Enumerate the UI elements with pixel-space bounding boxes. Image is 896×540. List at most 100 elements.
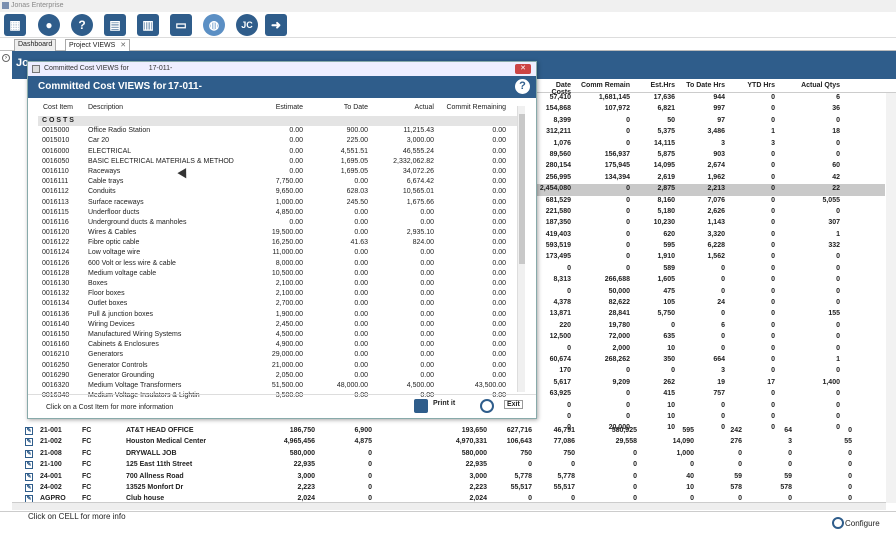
cost-cell[interactable]: Low voltage wire [88,249,140,256]
cost-cell[interactable]: 0016050 [42,158,69,165]
table-row[interactable]: 0 0 10 0 0 0 [535,401,885,412]
table-cell[interactable]: 595 [635,242,675,249]
col-cost-item[interactable]: Cost Item [43,104,73,111]
cost-cell[interactable]: Manufactured Wiring Systems [88,331,181,338]
project-cell[interactable]: 0 [752,461,792,468]
cost-cell[interactable]: 34,072.26 [388,168,434,175]
cost-item-row[interactable]: 0016210 Generators 29,000.00 0.00 0.00 0.00 [38,350,518,360]
table-row[interactable]: 57,410 1,681,145 17,636 944 0 6 [535,93,885,104]
table-row[interactable]: 4,378 82,622 105 24 0 0 [535,298,885,309]
project-row[interactable]: ✎ 24-001 FC 700 Allness Road 3,000 0 3,000 5,77… [12,472,884,483]
table-cell[interactable]: 6,821 [635,105,675,112]
project-cell[interactable]: 3,000 [242,473,315,480]
table-cell[interactable]: 10 [635,345,675,352]
table-row[interactable]: 5,617 9,209 262 19 17 1,400 [535,378,885,389]
close-tab-icon[interactable]: ✕ [120,42,126,49]
help-icon[interactable]: ? [515,79,530,94]
cost-cell[interactable]: Wires & Cables [88,229,136,236]
project-cell[interactable]: FC [82,461,102,468]
project-cell[interactable]: 10 [639,484,694,491]
table-cell[interactable]: 0 [635,322,675,329]
cost-cell[interactable]: Wiring Devices [88,321,135,328]
tab-dashboard[interactable]: Dashboard [14,39,57,51]
help-icon[interactable]: ? [71,14,93,36]
table-cell[interactable]: 0 [685,333,725,340]
project-row[interactable]: ✎ 21-008 FC DRYWALL JOB 580,000 0 580,000 750 75… [12,449,884,460]
cost-cell[interactable]: 4,500.00 [258,331,303,338]
project-cell[interactable]: FC [82,438,102,445]
table-cell[interactable]: 1,605 [635,276,675,283]
table-cell[interactable]: 0 [735,356,775,363]
cost-cell[interactable]: 3,000.00 [388,137,434,144]
inbox-icon[interactable]: ▭ [170,14,192,36]
cost-cell[interactable]: 0.00 [328,362,368,369]
table-cell[interactable]: 1,143 [685,219,725,226]
cost-item-row[interactable]: 0016136 Pull & junction boxes 1,900.00 0.00… [38,310,518,320]
table-cell[interactable]: 0 [575,219,630,226]
cost-cell[interactable]: 0.00 [440,249,506,256]
table-cell[interactable]: 1,562 [685,253,725,260]
project-cell[interactable]: 276 [702,438,742,445]
table-cell[interactable]: 6,228 [685,242,725,249]
edit-icon[interactable]: ✎ [25,472,33,481]
table-cell[interactable]: 0 [785,402,840,409]
printer-icon[interactable]: ▤ [104,14,126,36]
project-cell[interactable]: 3,000 [432,473,487,480]
cost-cell[interactable]: 0016140 [42,321,69,328]
table-cell[interactable]: 4,378 [535,299,571,306]
table-cell[interactable]: 10 [635,402,675,409]
table-cell[interactable]: 1,400 [785,379,840,386]
table-cell[interactable]: 24 [685,299,725,306]
table-cell[interactable]: 1 [735,128,775,135]
table-cell[interactable]: 0 [735,197,775,204]
table-row[interactable]: 170 0 0 3 0 0 [535,366,885,377]
cost-cell[interactable]: 0.00 [328,351,368,358]
cost-cell[interactable]: 0.00 [440,188,506,195]
table-cell[interactable]: 17,636 [635,94,675,101]
cost-cell[interactable]: 600 Volt or less wire & cable [88,260,176,267]
cost-cell[interactable]: Underfloor ducts [88,209,139,216]
table-cell[interactable]: 350 [635,356,675,363]
cost-item-row[interactable]: 0016050 BASIC ELECTRICAL MATERIALS & METH… [38,157,518,167]
table-cell[interactable]: 28,841 [575,310,630,317]
project-cell[interactable]: 22,935 [242,461,315,468]
cost-cell[interactable]: 2,700.00 [258,300,303,307]
table-row[interactable]: 0 2,000 10 0 0 0 [535,344,885,355]
cost-cell[interactable]: 0016124 [42,249,69,256]
table-cell[interactable]: 2,674 [685,162,725,169]
table-row[interactable]: 681,529 0 8,160 7,076 0 5,055 [535,196,885,207]
calculator-icon[interactable]: ▥ [137,14,159,36]
project-cell[interactable]: 0 [639,461,694,468]
cost-cell[interactable]: 0.00 [328,209,368,216]
table-cell[interactable]: 156,937 [575,151,630,158]
project-cell[interactable]: 627,716 [492,427,532,434]
cost-cell[interactable]: 0.00 [440,341,506,348]
cost-cell[interactable]: 0.00 [328,249,368,256]
table-cell[interactable]: 50 [635,117,675,124]
cost-cell[interactable]: 0.00 [440,127,506,134]
table-cell[interactable]: 0 [735,117,775,124]
cost-item-row[interactable]: 0016130 Boxes 2,100.00 0.00 0.00 0.00 [38,279,518,289]
cost-cell[interactable]: 0.00 [328,331,368,338]
cost-cell[interactable]: 0.00 [258,168,303,175]
cost-cell[interactable]: 48,000.00 [328,382,368,389]
project-cell[interactable]: 0 [802,473,852,480]
table-cell[interactable]: 1,681,145 [575,94,630,101]
table-cell[interactable]: 0 [535,265,571,272]
cost-cell[interactable]: 0016000 [42,148,69,155]
cost-cell[interactable]: 824.00 [388,239,434,246]
main-horizontal-scrollbar[interactable] [12,502,886,510]
table-cell[interactable]: 170 [535,367,571,374]
table-cell[interactable]: 0 [735,162,775,169]
table-cell[interactable]: 0 [685,265,725,272]
cost-item-row[interactable]: 0016000 ELECTRICAL 0.00 4,551.51 46,555.24 0.… [38,147,518,157]
project-cell[interactable]: FC [82,450,102,457]
printer-icon[interactable] [414,399,428,413]
project-cell[interactable]: 186,750 [242,427,315,434]
table-cell[interactable]: 0 [735,231,775,238]
cost-cell[interactable]: 0016120 [42,229,69,236]
table-cell[interactable]: 8,160 [635,197,675,204]
cost-cell[interactable]: BASIC ELECTRICAL MATERIALS & METHOD [88,158,234,165]
cost-cell[interactable]: 2,100.00 [258,280,303,287]
table-row[interactable]: 0 0 10 0 0 0 [535,412,885,423]
